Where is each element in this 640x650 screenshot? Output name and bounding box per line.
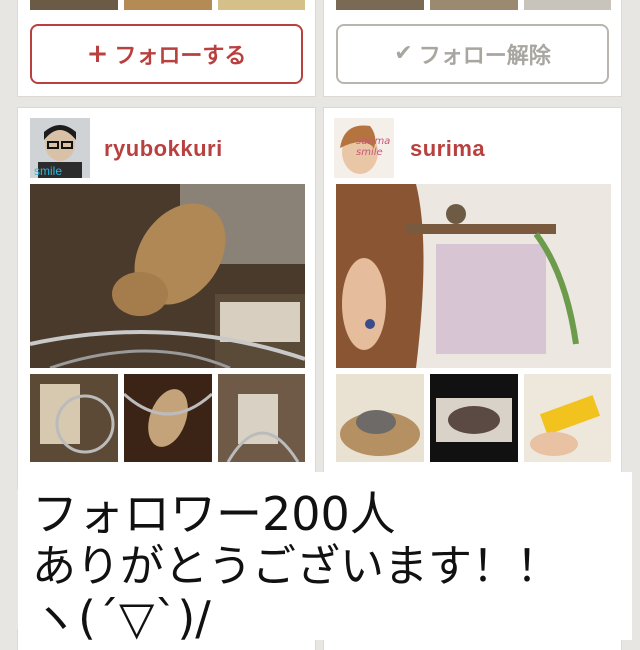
thumb-ryubokkuri-1[interactable] (30, 374, 118, 462)
user-card-surima: surima smile surima (324, 108, 621, 488)
cork-photo (30, 184, 305, 368)
top-right-photo-2[interactable] (430, 0, 518, 10)
thank-you-overlay: フォロワー200人 ありがとうございます！！ ヽ(´▽`)/ (18, 472, 632, 645)
top-left-photo-2[interactable] (124, 0, 212, 10)
top-left-card: + フォローする (18, 0, 315, 96)
avatar-surima-caption: surima smile (356, 136, 391, 158)
unfollow-button[interactable]: ✔ フォロー解除 (336, 24, 609, 84)
thumb-surima-1[interactable] (336, 374, 424, 462)
check-icon: ✔ (394, 41, 413, 66)
unfollow-button-label: フォロー解除 (418, 44, 551, 69)
username-ryubokkuri[interactable]: ryubokkuri (104, 136, 223, 162)
avatar-ryubokkuri-caption: smile (34, 164, 63, 178)
main-photo-surima[interactable] (336, 184, 611, 368)
thumb-surima-2[interactable] (430, 374, 518, 462)
main-photo-ryubokkuri[interactable] (30, 184, 305, 368)
top-left-photo-1[interactable] (30, 0, 118, 10)
follow-button-label: フォローする (114, 44, 247, 69)
top-right-photo-1[interactable] (336, 0, 424, 10)
thumb-ryubokkuri-3[interactable] (218, 374, 305, 462)
thumb-ryubokkuri-2[interactable] (124, 374, 212, 462)
top-left-photo-3[interactable] (218, 0, 305, 10)
top-right-photo-3[interactable] (524, 0, 611, 10)
follow-button[interactable]: + フォローする (30, 24, 303, 84)
overlay-line-3: ヽ(´▽`)/ (32, 591, 211, 645)
avatar-ryubokkuri[interactable]: smile (30, 118, 90, 178)
plus-icon: + (86, 39, 109, 69)
woman-photo (336, 184, 611, 368)
avatar-surima[interactable]: surima smile (334, 118, 394, 178)
username-surima[interactable]: surima (410, 136, 485, 162)
top-right-card: ✔ フォロー解除 (324, 0, 621, 96)
thumb-surima-3[interactable] (524, 374, 611, 462)
user-card-ryubokkuri: smile ryubokkuri (18, 108, 315, 488)
